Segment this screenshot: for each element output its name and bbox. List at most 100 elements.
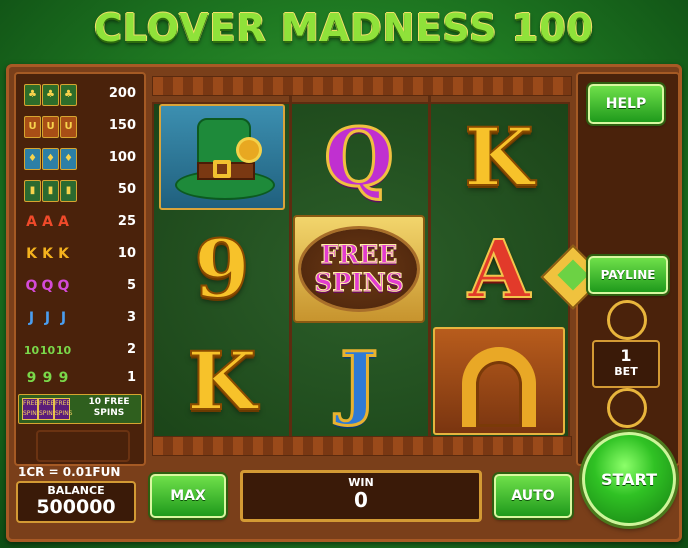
paytable-symbols-bottle: ▮ ▮ ▮ [24, 180, 77, 202]
autoplay-button[interactable]: AUTO [494, 474, 572, 518]
clover-icon: ♣ [60, 84, 77, 106]
free-spins-payout-line1: 10 FREE [88, 397, 130, 407]
bottle-icon: ▮ [42, 180, 59, 202]
clover-icon: ♣ [24, 84, 41, 106]
paytable-payout: 3 [126, 310, 136, 325]
horseshoe-icon [433, 327, 565, 435]
paytable-symbols-horseshoe: U U U [24, 116, 77, 138]
reel2-cell3: J [292, 326, 426, 436]
paytable-symbols-hat: ♣ ♣ ♣ [24, 84, 77, 106]
symbol-k: K [463, 110, 535, 204]
paytable-payout: 2 [126, 342, 136, 357]
symbol-j: J [339, 334, 380, 428]
paytable-payout: 25 [117, 214, 136, 229]
bet-label: BET [614, 365, 638, 378]
credit-rate: 1CR = 0.01FUN [18, 465, 121, 479]
free-spins-mini-icon: FREE SPINS [22, 398, 41, 420]
bottle-icon: ▮ [24, 180, 41, 202]
letter-a-icon: A [26, 214, 37, 230]
reel2-cell1: Q [292, 102, 426, 212]
paytable-row: ▮ ▮ ▮ 50 [20, 180, 140, 202]
paytable-payout: 50 [117, 182, 136, 197]
reel3-cell2: A [432, 214, 566, 324]
paytable: ♣ ♣ ♣ 200 U U U 150 ♦ ♦ ♦ 100 ▮ ▮ ▮ 50 A… [14, 72, 146, 466]
number-nine-icon: 9 [26, 370, 37, 386]
clover-icon: ♣ [42, 84, 59, 106]
paytable-payout: 1 [126, 370, 136, 385]
paytable-row: ♣ ♣ ♣ 200 [20, 84, 140, 106]
balance-display: BALANCE 500000 [16, 481, 136, 523]
paytable-payout: 150 [108, 118, 136, 133]
reel3-cell3-horseshoe [432, 326, 566, 436]
paytable-row: ♦ ♦ ♦ 100 [20, 148, 140, 170]
number-ten-icon: 10 [39, 343, 56, 357]
paytable-symbols-hat-blue: ♦ ♦ ♦ [24, 148, 77, 170]
celtic-knot-top-icon [607, 300, 647, 340]
free-spins-payout-line2: SPINS [93, 408, 125, 418]
start-button[interactable]: START [582, 432, 676, 526]
free-spins-mini-icon: FREE SPINS [38, 398, 57, 420]
letter-a-icon: A [58, 214, 69, 230]
leprechaun-hat-icon [159, 104, 285, 210]
win-display: WIN 0 [240, 470, 482, 522]
hat-icon: ♦ [24, 148, 41, 170]
win-value: 0 [354, 488, 368, 512]
symbol-a: A [467, 222, 531, 316]
hat-icon: ♦ [42, 148, 59, 170]
game-title: CLOVER MADNESS 100 [94, 6, 594, 50]
reel1-cell3: K [155, 326, 289, 436]
paytable-row: 10 10 10 2 [20, 340, 140, 362]
paytable-payout: 100 [108, 150, 136, 165]
paytable-symbols-kkk: K K K [24, 244, 71, 266]
letter-k-icon: K [26, 246, 37, 262]
paytable-symbols-qqq: Q Q Q [24, 276, 71, 298]
letter-q-icon: Q [41, 278, 54, 294]
number-ten-icon: 10 [55, 343, 72, 357]
number-nine-icon: 9 [58, 370, 69, 386]
free-spins-scatter-symbol: FREE SPINS [293, 215, 425, 323]
reel3-cell1: K [432, 102, 566, 212]
letter-a-icon: A [42, 214, 53, 230]
paytable-symbols-jjj: J J J [24, 308, 71, 330]
reel1-cell1-hat [155, 102, 289, 212]
paytable-free-spins-row: FREE SPINS FREE SPINS FREE SPINS 10 FREE… [18, 394, 142, 424]
bet-display: 1 BET [592, 340, 660, 388]
celtic-knot-ornament [36, 430, 130, 462]
paytable-row: 9 9 9 1 [20, 368, 140, 390]
letter-k-icon: K [58, 246, 69, 262]
paytable-row: U U U 150 [20, 116, 140, 138]
letter-j-icon: J [28, 310, 35, 326]
bet-value: 1 [620, 346, 632, 365]
letter-j-icon: J [60, 310, 67, 326]
paytable-row: Q Q Q 5 [20, 276, 140, 298]
paytable-payout: 200 [108, 86, 136, 101]
hat-icon: ♦ [60, 148, 77, 170]
letter-q-icon: Q [25, 278, 38, 294]
reel-divider [428, 96, 431, 436]
bottle-icon: ▮ [60, 180, 77, 202]
symbol-q: Q [323, 110, 396, 204]
balance-value: 500000 [36, 496, 116, 518]
help-button[interactable]: HELP [588, 84, 664, 124]
paytable-payout: 10 [117, 246, 136, 261]
reel2-cell2-free-spins: FREE SPINS [292, 214, 426, 324]
letter-q-icon: Q [57, 278, 70, 294]
free-spins-mini-icon: FREE SPINS [54, 398, 73, 420]
symbol-nine: 9 [193, 222, 251, 316]
payline-button[interactable]: PAYLINE [588, 256, 668, 294]
paytable-symbols-aaa: A A A [24, 212, 71, 234]
letter-j-icon: J [44, 310, 51, 326]
free-spins-word2: SPINS [314, 268, 404, 297]
free-spins-payout: 10 FREE SPINS [77, 397, 141, 419]
symbol-k: K [186, 334, 258, 428]
max-bet-button[interactable]: MAX [150, 474, 226, 518]
paytable-row: K K K 10 [20, 244, 140, 266]
reel1-cell2: 9 [155, 214, 289, 324]
paytable-payout: 5 [126, 278, 136, 293]
celtic-knot-bottom-icon [607, 388, 647, 428]
reel-top-band [152, 76, 572, 96]
paytable-row: J J J 3 [20, 308, 140, 330]
number-nine-icon: 9 [42, 370, 53, 386]
horseshoe-icon: U [24, 116, 41, 138]
horseshoe-icon: U [60, 116, 77, 138]
